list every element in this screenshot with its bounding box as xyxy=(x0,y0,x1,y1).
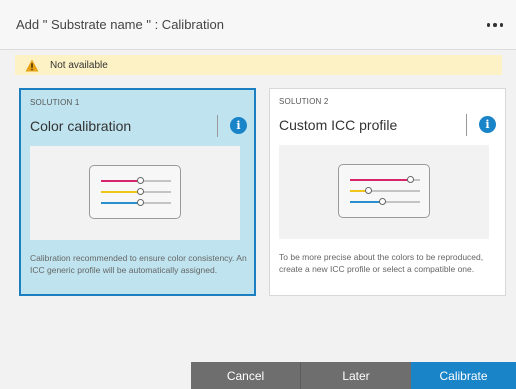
cyan-slider xyxy=(101,199,171,206)
solution-card-color-calibration[interactable]: SOLUTION 1 Color calibration i Calibrati… xyxy=(19,88,256,296)
card-illustration xyxy=(279,145,489,239)
card-title: Color calibration xyxy=(30,118,132,134)
magenta-slider xyxy=(101,177,171,184)
info-icon[interactable]: i xyxy=(479,116,496,133)
card-label: SOLUTION 1 xyxy=(30,98,80,107)
warning-triangle-icon xyxy=(25,59,39,71)
color-sliders-icon xyxy=(338,164,430,218)
magenta-slider xyxy=(350,176,420,183)
card-divider xyxy=(217,115,218,137)
cyan-slider xyxy=(350,198,420,205)
more-options-icon[interactable] xyxy=(484,16,506,34)
card-divider xyxy=(466,114,467,136)
yellow-slider xyxy=(350,187,420,194)
footer-bar: Cancel Later Calibrate xyxy=(0,362,516,389)
info-icon[interactable]: i xyxy=(230,117,247,134)
card-label: SOLUTION 2 xyxy=(279,97,329,106)
color-sliders-icon xyxy=(89,165,181,219)
yellow-slider xyxy=(101,188,171,195)
warning-banner: Not available xyxy=(15,55,502,75)
dialog-title: Add " Substrate name " : Calibration xyxy=(16,17,224,32)
calibrate-button[interactable]: Calibrate xyxy=(411,362,516,389)
warning-text: Not available xyxy=(50,59,108,71)
card-illustration xyxy=(30,146,240,240)
later-button[interactable]: Later xyxy=(301,362,411,389)
cancel-button[interactable]: Cancel xyxy=(191,362,301,389)
card-description: Calibration recommended to ensure color … xyxy=(30,253,247,275)
card-description: To be more precise about the colors to b… xyxy=(279,252,484,274)
card-title: Custom ICC profile xyxy=(279,117,398,133)
dialog-header: Add " Substrate name " : Calibration xyxy=(0,0,516,50)
solution-card-custom-icc-profile[interactable]: SOLUTION 2 Custom ICC profile i To be mo… xyxy=(269,88,506,296)
